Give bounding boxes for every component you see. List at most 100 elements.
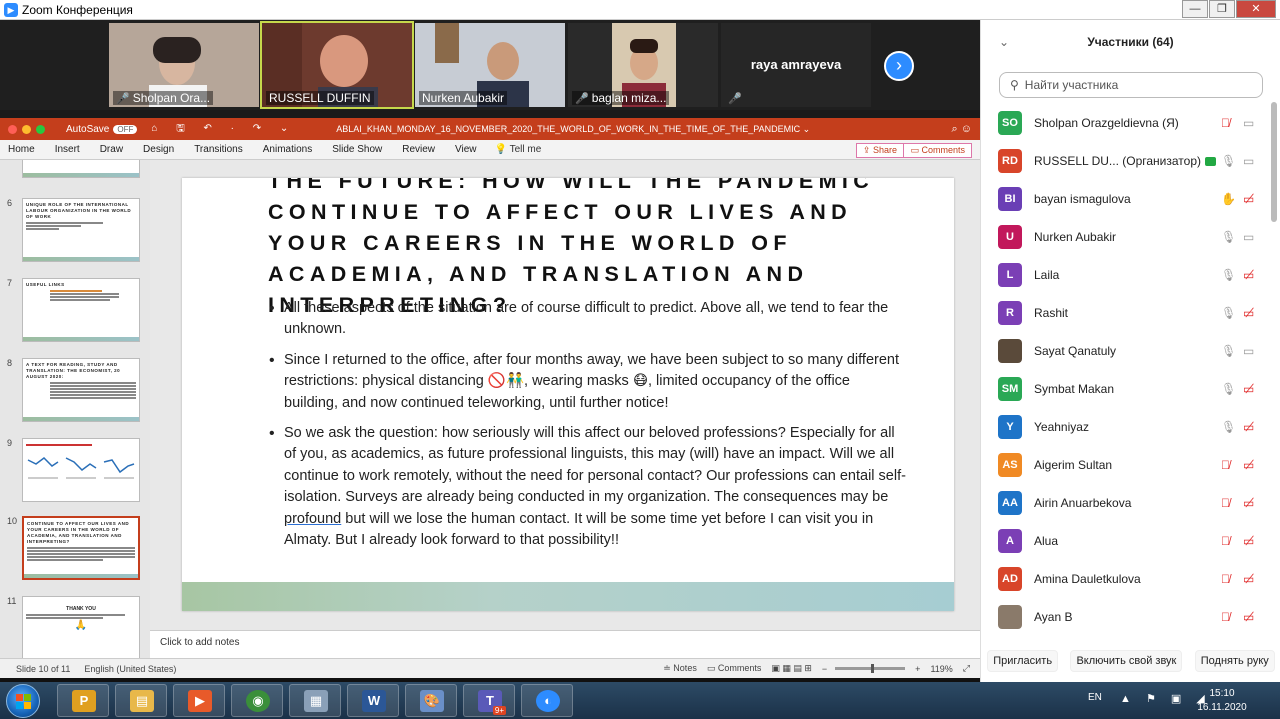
start-button[interactable] <box>6 684 40 718</box>
taskbar-app-word[interactable]: W <box>347 684 399 717</box>
avatar: Y <box>998 415 1022 439</box>
participant-row[interactable]: A Alua 🎙̸ ▭̸ <box>981 522 1271 560</box>
camera-off-icon: ▭̸ <box>1243 268 1255 282</box>
notes-toggle[interactable]: ≐ Notes <box>663 663 697 674</box>
mic-icon: 🎙 <box>1221 154 1237 168</box>
avatar: R <box>998 301 1022 325</box>
participant-row[interactable]: U Nurken Aubakir 🎙 ▭ <box>981 218 1271 256</box>
participant-row[interactable]: BI bayan ismagulova ✋ ▭̸ <box>981 180 1271 218</box>
video-tile-name-only[interactable]: raya amrayeva 🎤 <box>721 23 871 107</box>
slide-footer-strip <box>182 582 954 611</box>
participant-row[interactable]: SM Symbat Makan 🎙 ▭̸ <box>981 370 1271 408</box>
participant-row[interactable]: Sayat Qanatuly 🎙 ▭ <box>981 332 1271 370</box>
tab-insert[interactable]: Insert <box>55 144 80 155</box>
participant-row[interactable]: Ayan B 🎙̸ ▭̸ <box>981 598 1271 634</box>
tile-name-label: 🎤 baglan miza... <box>572 91 670 105</box>
taskbar-app-zoom[interactable]: ◐ <box>521 684 573 717</box>
participant-search-input[interactable]: ⚲ Найти участника <box>999 72 1263 98</box>
maximize-button[interactable]: ❐ <box>1209 0 1235 18</box>
tab-home[interactable]: Home <box>8 144 35 155</box>
tab-animations[interactable]: Animations <box>263 144 312 155</box>
avatar: SM <box>998 377 1022 401</box>
taskbar-app-calc[interactable]: ▦ <box>289 684 341 717</box>
taskbar-app-paint[interactable]: 🎨 <box>405 684 457 717</box>
language-indicator[interactable]: EN <box>1088 692 1102 703</box>
video-tile-0[interactable]: 🎤 Sholpan Ora... <box>109 23 259 107</box>
comments-button[interactable]: ▭ Comments <box>903 143 972 158</box>
chevron-down-icon[interactable]: ⌄ <box>999 20 1009 64</box>
tab-review[interactable]: Review <box>402 144 435 155</box>
mic-muted-icon[interactable]: 🎙̸ <box>1221 116 1230 130</box>
ppt-title-bar: AutoSave OFF ⌂ 🖫 ↶ · ↷ ⌄ ABLAI_KHAN_MOND… <box>0 118 980 140</box>
status-right: ≐ Notes ▭ Comments ▣ ▦ ▤ ⊞ − + 119% ⤢ <box>653 663 970 674</box>
comments-toggle[interactable]: ▭ Comments <box>707 663 762 674</box>
participant-row[interactable]: Y Yeahniyaz 🎙 ▭̸ <box>981 408 1271 446</box>
window-title: Zoom Конференция <box>22 2 133 17</box>
video-tile-2[interactable]: Nurken Aubakir <box>415 23 565 107</box>
bullet-2: Since I returned to the office, after fo… <box>268 350 908 414</box>
participant-row[interactable]: RD RUSSELL DU... (Организатор) 🎙 ▭ <box>981 142 1271 180</box>
close-dot[interactable] <box>8 124 17 134</box>
tab-transitions[interactable]: Transitions <box>194 144 243 155</box>
taskbar-app-ppt[interactable]: P <box>57 684 109 717</box>
participant-list-scrollbar[interactable] <box>1271 102 1277 222</box>
zoom-in-button[interactable]: + <box>915 664 920 674</box>
raise-hand-button[interactable]: Поднять руку <box>1194 650 1275 672</box>
thumbnail-preview: USEFUL LINKS <box>22 278 140 342</box>
participant-name: Nurken Aubakir <box>1034 230 1117 244</box>
taskbar-app-teams[interactable]: T 9+ <box>463 684 515 717</box>
tile-name-label: Nurken Aubakir <box>419 91 508 105</box>
document-title[interactable]: ABLAI_KHAN_MONDAY_16_NOVEMBER_2020_THE_W… <box>336 124 810 135</box>
clock[interactable]: 15:10 16.11.2020 <box>1192 687 1252 715</box>
media-player-icon: ▶ <box>188 690 212 712</box>
praying-hands-icon: 🙏 <box>74 620 88 631</box>
video-tile-3[interactable]: 🎤 baglan miza... <box>568 23 718 107</box>
zoom-dot[interactable] <box>36 124 45 134</box>
notes-pane[interactable]: Click to add notes <box>150 630 980 658</box>
tell-me-search[interactable]: 💡 Tell me <box>495 144 542 155</box>
participant-name: Laila <box>1034 268 1060 282</box>
slide-bullets[interactable]: All these aspects of the situation are o… <box>268 298 908 560</box>
participant-row[interactable]: SO Sholpan Orazgeldievna (Я) 🎙̸ ▭ <box>981 104 1271 142</box>
camera-off-icon: ▭̸ <box>1243 496 1255 510</box>
video-tile-1[interactable]: RUSSELL DUFFIN <box>260 21 414 109</box>
camera-off-icon: ▭̸ <box>1243 610 1255 624</box>
quick-access-icons[interactable]: ⌂ 🖫 ↶ · ↷ ⌄ <box>151 121 296 138</box>
tab-design[interactable]: Design <box>143 144 174 155</box>
normal-view-icon[interactable]: ▣ ▦ ▤ ⊞ <box>771 663 812 674</box>
zoom-slider[interactable] <box>835 664 906 673</box>
participant-row[interactable]: AD Amina Dauletkulova 🎙̸ ▭̸ <box>981 560 1271 598</box>
minimize-button[interactable]: — <box>1182 0 1208 18</box>
language-indicator[interactable]: English (United States) <box>84 664 176 674</box>
minimize-dot[interactable] <box>22 124 31 134</box>
participant-row[interactable]: AS Aigerim Sultan 🎙̸ ▭̸ <box>981 446 1271 484</box>
avatar: RD <box>998 149 1022 173</box>
current-slide[interactable]: THE FUTURE: HOW WILL THE PANDEMIC CONTIN… <box>182 178 954 611</box>
mic-icon: 🎙 <box>1221 306 1237 320</box>
next-page-button[interactable]: › <box>884 51 914 81</box>
mask-emoji-icon: 😷 <box>632 373 648 390</box>
autosave-toggle[interactable]: OFF <box>113 124 138 134</box>
close-button[interactable]: ✕ <box>1236 0 1276 18</box>
avatar: L <box>998 263 1022 287</box>
tab-draw[interactable]: Draw <box>100 144 123 155</box>
unmute-self-button[interactable]: Включить свой звук <box>1070 650 1183 672</box>
invite-button[interactable]: Пригласить <box>987 650 1059 672</box>
tab-view[interactable]: View <box>455 144 477 155</box>
participant-name: raya amrayeva <box>750 57 842 72</box>
participant-row[interactable]: R Rashit 🎙 ▭̸ <box>981 294 1271 332</box>
slide-canvas[interactable]: THE FUTURE: HOW WILL THE PANDEMIC CONTIN… <box>150 160 980 630</box>
participant-row[interactable]: AA Airin Anuarbekova 🎙̸ ▭̸ <box>981 484 1271 522</box>
taskbar-app-explorer[interactable]: ▤ <box>115 684 167 717</box>
fit-slide-icon[interactable]: ⤢ <box>963 663 970 674</box>
tab-slide-show[interactable]: Slide Show <box>332 144 382 155</box>
zoom-level[interactable]: 119% <box>930 664 952 674</box>
search-icon[interactable]: ⌕ ☺ <box>952 123 972 136</box>
taskbar-app-media[interactable]: ▶ <box>173 684 225 717</box>
taskbar-app-chrome[interactable]: ◉ <box>231 684 283 717</box>
share-button[interactable]: ⇪ Share <box>855 143 904 158</box>
participant-row[interactable]: L Laila 🎙 ▭̸ <box>981 256 1271 294</box>
no-distancing-emoji-icon: 🚫👬 <box>487 373 525 390</box>
zoom-out-button[interactable]: − <box>822 664 827 674</box>
mic-icon: 🎙 <box>1221 420 1237 434</box>
